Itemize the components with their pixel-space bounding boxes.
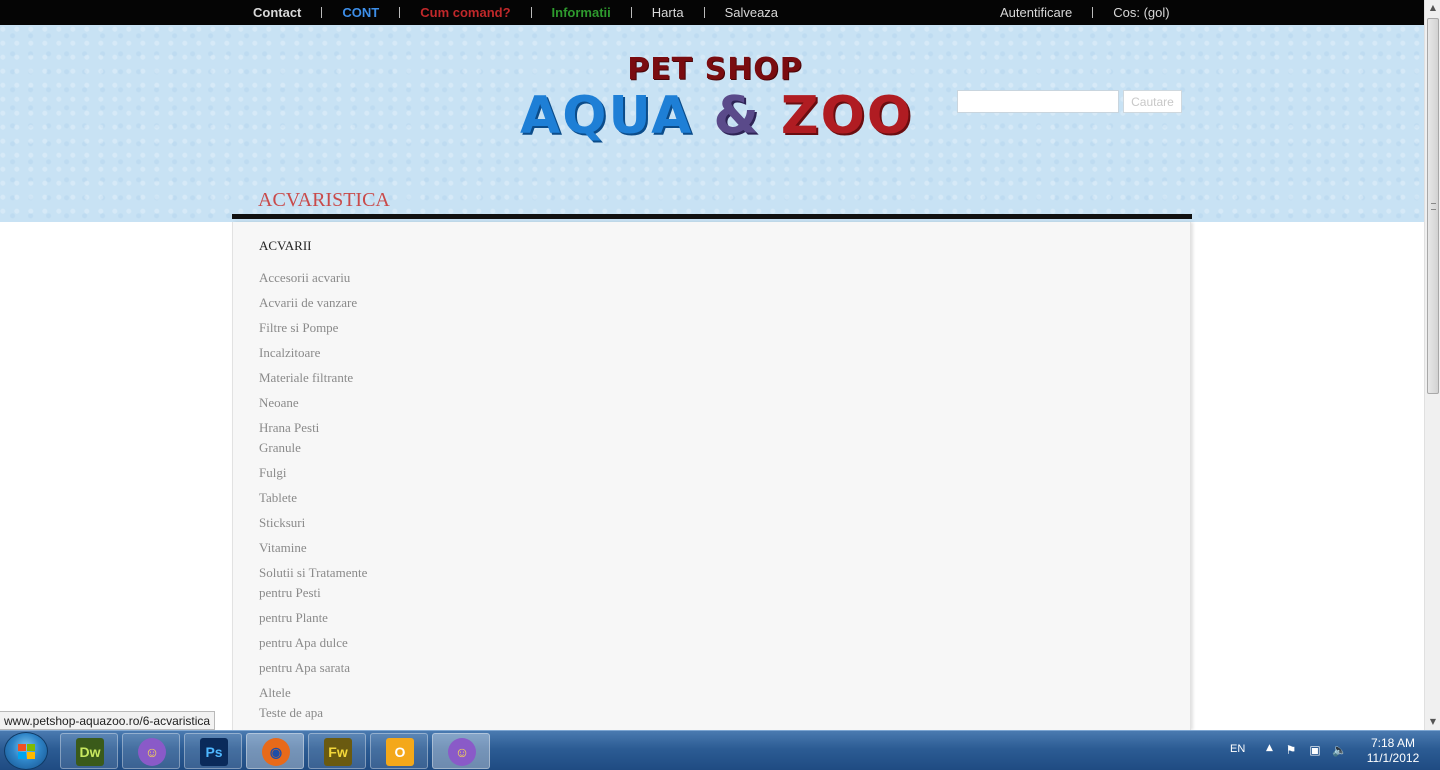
taskbar-app-firefox[interactable]: ◉	[246, 733, 304, 769]
nav-cos-gol[interactable]: Cos: (gol)	[1093, 0, 1189, 25]
site-logo[interactable]: PET SHOP AQUA & ZOO	[520, 52, 914, 153]
category-link[interactable]: Fulgi	[259, 463, 367, 483]
fireworks-icon: Fw	[324, 738, 352, 766]
status-url: www.petshop-aquazoo.ro/6-acvaristica	[0, 711, 216, 730]
firefox-icon: ◉	[262, 738, 290, 766]
outlook-icon: O	[386, 738, 414, 766]
system-tray: EN ▲ ⚑ ▣ 🔈 7:18 AM 11/1/2012	[1220, 731, 1440, 770]
nav-contact[interactable]: Contact	[233, 0, 321, 25]
category-link[interactable]: pentru Pesti	[259, 583, 367, 603]
clock-time: 7:18 AM	[1370, 736, 1416, 750]
category-link[interactable]: Accesorii acvariu	[259, 268, 367, 288]
category-link[interactable]: Granule	[259, 438, 367, 458]
logo-aqua-zoo: AQUA & ZOO	[520, 86, 914, 146]
top-nav-right: Autentificare Cos: (gol)	[980, 0, 1190, 25]
category-heading[interactable]: ACVARII	[259, 238, 312, 254]
menu-bar-divider	[232, 214, 1192, 219]
windows-logo-icon	[18, 744, 36, 760]
category-list: Accesorii acvariu Acvarii de vanzare Filtr…	[259, 268, 367, 728]
start-button[interactable]	[4, 732, 48, 770]
category-link[interactable]: Tablete	[259, 488, 367, 508]
nav-autentificare[interactable]: Autentificare	[980, 0, 1092, 25]
search-input[interactable]	[957, 90, 1119, 113]
nav-cont[interactable]: CONT	[322, 0, 399, 25]
network-icon[interactable]: ▣	[1308, 743, 1322, 757]
category-link[interactable]: Teste de apa	[259, 703, 367, 723]
dreamweaver-icon: Dw	[76, 738, 104, 766]
search-button[interactable]: Cautare	[1123, 90, 1182, 113]
vertical-scrollbar[interactable]: ▲ ▼	[1424, 0, 1440, 730]
logo-aqua: AQUA	[520, 86, 694, 146]
action-center-flag-icon[interactable]: ⚑	[1284, 743, 1298, 757]
taskbar-app-yahoo-messenger[interactable]: ☺	[432, 733, 490, 769]
category-link[interactable]: Hrana Pesti	[259, 418, 367, 438]
volume-icon[interactable]: 🔈	[1332, 743, 1347, 757]
category-link[interactable]: pentru Apa sarata	[259, 658, 367, 678]
top-nav-bar: Contact CONT Cum comand? Informatii Harta Sal…	[0, 0, 1424, 25]
taskbar-app-photoshop[interactable]: Ps	[184, 733, 242, 769]
scroll-down-arrow-icon[interactable]: ▼	[1425, 714, 1440, 730]
top-nav-left: Contact CONT Cum comand? Informatii Harta Sal…	[233, 0, 798, 25]
nav-informatii[interactable]: Informatii	[532, 0, 631, 25]
taskbar-app-yahoo-messenger-shield[interactable]: ☺	[122, 733, 180, 769]
taskbar-app-fireworks[interactable]: Fw	[308, 733, 366, 769]
language-indicator[interactable]: EN	[1230, 743, 1245, 755]
logo-zoo: ZOO	[780, 86, 914, 146]
clock[interactable]: 7:18 AM 11/1/2012	[1358, 736, 1428, 766]
photoshop-icon: Ps	[200, 738, 228, 766]
category-link[interactable]: Materiale filtrante	[259, 368, 367, 388]
tab-acvaristica-label: ACVARISTICA	[258, 189, 390, 211]
nav-cum-comand[interactable]: Cum comand?	[400, 0, 530, 25]
site-header: PET SHOP AQUA & ZOO Cautare ACVARISTICA	[0, 25, 1424, 222]
nav-harta[interactable]: Harta	[632, 0, 704, 25]
category-link[interactable]: Solutii si Tratamente	[259, 563, 367, 583]
nav-salveaza[interactable]: Salveaza	[705, 0, 798, 25]
yahoo-messenger-icon: ☺	[448, 738, 476, 766]
category-link[interactable]: Neoane	[259, 393, 367, 413]
taskbar-app-outlook[interactable]: O	[370, 733, 428, 769]
yahoo-messenger-shield-icon: ☺	[138, 738, 166, 766]
logo-ampersand: &	[713, 86, 761, 146]
scroll-thumb[interactable]	[1427, 18, 1439, 394]
category-link[interactable]: pentru Plante	[259, 608, 367, 628]
category-panel: ACVARII Accesorii acvariu Acvarii de vanz…	[232, 222, 1191, 730]
logo-pet-shop: PET SHOP	[627, 52, 803, 87]
category-link[interactable]: Altele	[259, 683, 367, 703]
category-link[interactable]: Vitamine	[259, 538, 367, 558]
category-link[interactable]: Filtre si Pompe	[259, 318, 367, 338]
clock-date: 11/1/2012	[1366, 751, 1420, 765]
windows-taskbar: Dw ☺ Ps ◉ Fw O ☺ EN ▲ ⚑ ▣ 🔈 7:18 AM 11/1/2012	[0, 730, 1440, 770]
show-hidden-icons-icon[interactable]: ▲	[1266, 743, 1273, 753]
category-link[interactable]: Sticksuri	[259, 513, 367, 533]
taskbar-app-dreamweaver[interactable]: Dw	[60, 733, 118, 769]
category-link[interactable]: Incalzitoare	[259, 343, 367, 363]
scroll-up-arrow-icon[interactable]: ▲	[1425, 0, 1440, 16]
scroll-grip-icon	[1431, 203, 1436, 210]
category-link[interactable]: Acvarii de vanzare	[259, 293, 367, 313]
category-link[interactable]: pentru Apa dulce	[259, 633, 367, 653]
